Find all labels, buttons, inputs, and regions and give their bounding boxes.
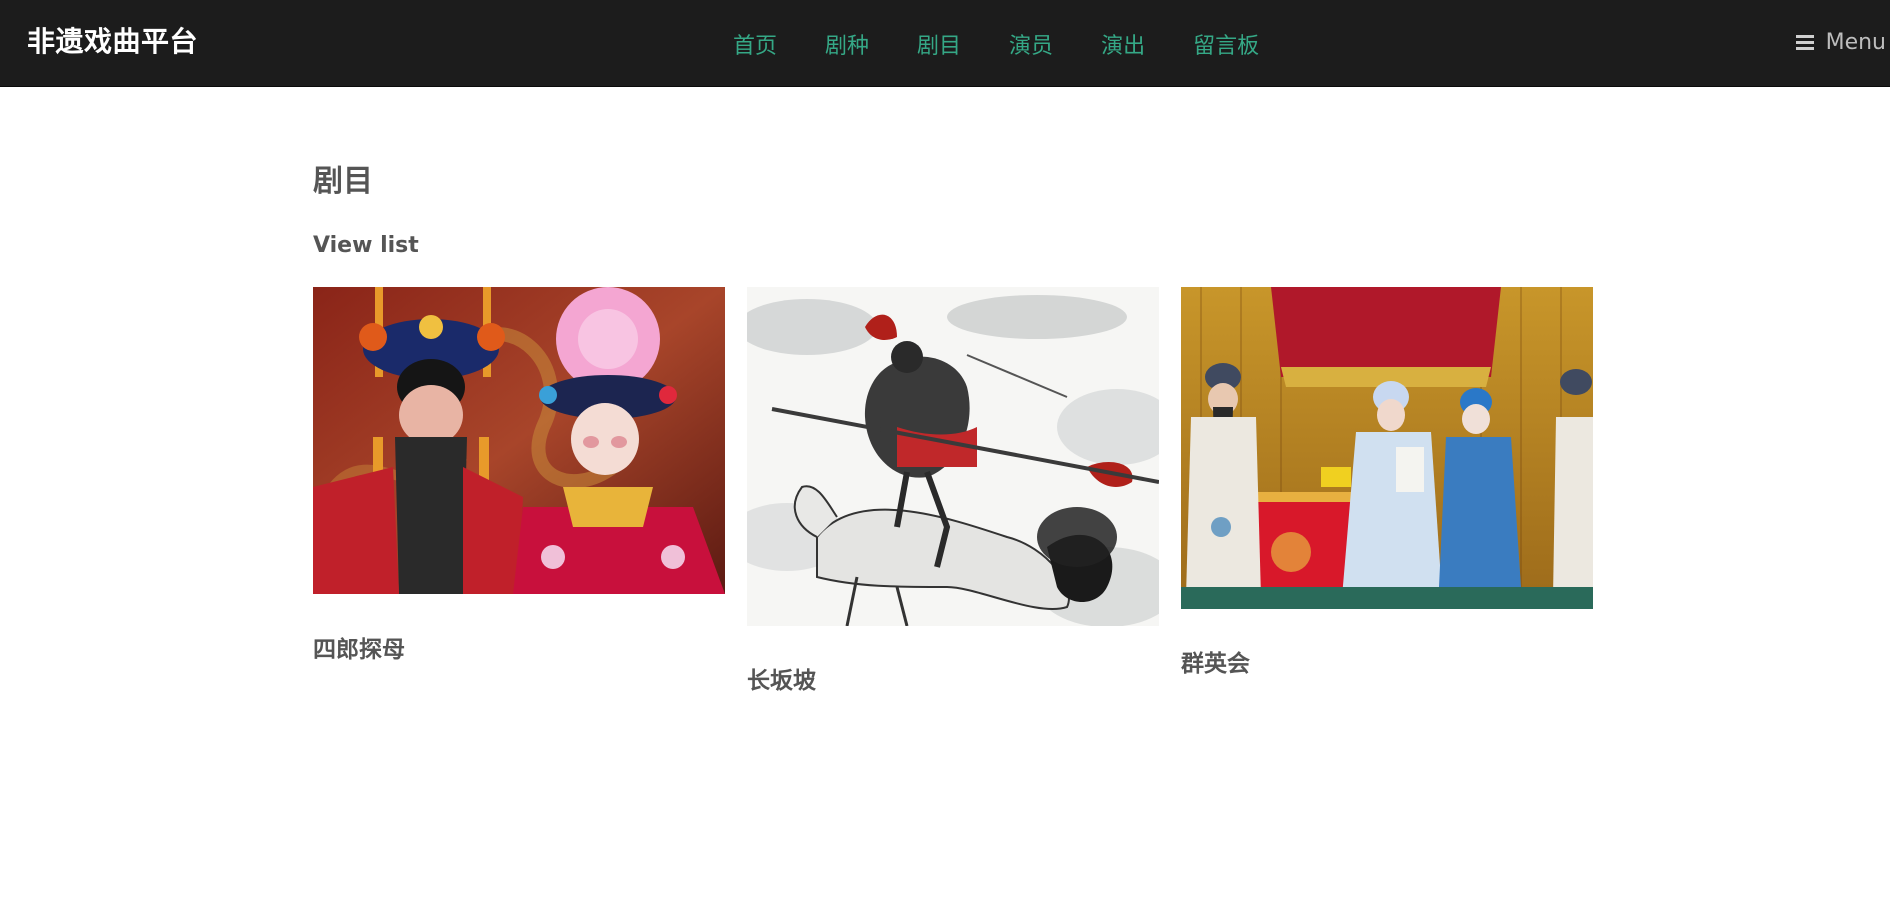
site-brand[interactable]: 非遗戏曲平台	[27, 22, 198, 62]
repertoire-card[interactable]: 四郎探母	[313, 287, 725, 663]
repertoire-card[interactable]: 长坂坡	[747, 287, 1159, 694]
repertoire-card[interactable]: 群英会	[1181, 287, 1593, 677]
nav-link-genres[interactable]: 剧种	[825, 30, 869, 64]
card-title[interactable]: 四郎探母	[313, 634, 405, 666]
menu-label: Menu	[1825, 30, 1886, 55]
nav-link-repertoire[interactable]: 剧目	[917, 30, 961, 64]
view-list-link[interactable]: View list	[313, 230, 419, 262]
nav-link-performances[interactable]: 演出	[1101, 30, 1145, 64]
page-title: 剧目	[313, 164, 373, 199]
card-title[interactable]: 长坂坡	[747, 665, 816, 697]
card-title[interactable]: 群英会	[1181, 648, 1250, 680]
main-content: 剧目 View list 四郎探母 长坂坡 群英会	[313, 160, 1593, 694]
card-image-siLangTanMu[interactable]	[313, 287, 725, 594]
card-image-changBanPo[interactable]	[747, 287, 1159, 626]
nav-link-actors[interactable]: 演员	[1009, 30, 1053, 64]
menu-toggle-button[interactable]: Menu	[1795, 26, 1886, 60]
nav-link-message-board[interactable]: 留言板	[1193, 30, 1259, 64]
hamburger-icon	[1795, 35, 1814, 51]
card-image-qunYingHui[interactable]	[1181, 287, 1593, 609]
nav-link-home[interactable]: 首页	[733, 30, 777, 64]
top-navbar: 非遗戏曲平台 首页 剧种 剧目 演员 演出 留言板 Menu	[0, 0, 1890, 87]
main-nav: 首页 剧种 剧目 演员 演出 留言板	[733, 30, 1259, 64]
